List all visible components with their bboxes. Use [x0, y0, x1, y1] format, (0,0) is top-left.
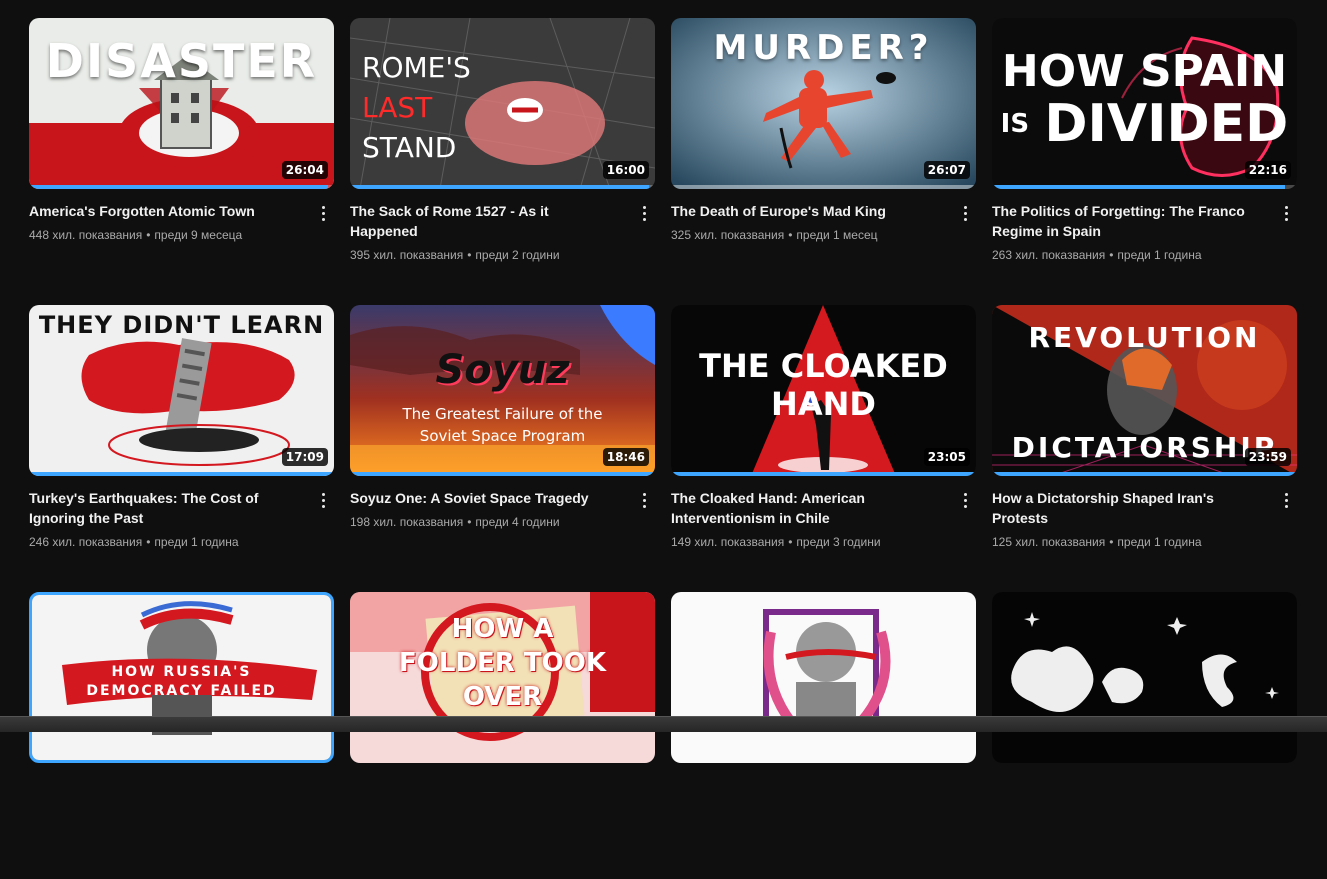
thumbnail-text-line: ROME'S	[362, 51, 471, 84]
upload-age: преди 1 година	[1117, 248, 1202, 262]
thumbnail-text-line: HOW SPAIN	[1001, 46, 1288, 97]
video-title[interactable]: The Death of Europe's Mad King	[671, 201, 940, 221]
video-card[interactable]: THEY DIDN'T LEARN 17:09 Turkey's Earthqu…	[29, 305, 334, 592]
video-thumbnail[interactable]: DISASTER 26:04	[29, 18, 334, 189]
more-vert-icon[interactable]	[956, 490, 974, 510]
view-count: 325 хил. показвания	[671, 228, 785, 242]
thumbnail-text-line: The Greatest Failure of the	[402, 405, 603, 423]
video-stats: 263 хил. показвания • преди 1 година	[992, 248, 1202, 262]
thumbnail-text: Soyuz	[435, 347, 570, 393]
video-card[interactable]: MURDER? 26:07 The Death of Europe's Mad …	[671, 18, 976, 305]
duration-badge: 23:59	[1244, 448, 1291, 466]
thumbnail-text-line: DEMOCRACY FAILED	[86, 683, 277, 699]
view-count: 395 хил. показвания	[350, 248, 464, 262]
video-card[interactable]: THE CLOAKED HAND 23:05 The Cloaked Hand:…	[671, 305, 976, 592]
video-stats: 198 хил. показвания • преди 4 години	[350, 515, 560, 529]
thumbnail-text: DISASTER	[45, 34, 318, 88]
thumbnail-text: THEY DIDN'T LEARN	[38, 311, 325, 339]
video-stats: 246 хил. показвания • преди 1 година	[29, 535, 239, 549]
view-count: 246 хил. показвания	[29, 535, 143, 549]
more-vert-icon[interactable]	[1277, 490, 1295, 510]
video-grid: DISASTER 26:04 America's Forgotten Atomi…	[29, 18, 1297, 879]
more-vert-icon[interactable]	[314, 490, 332, 510]
more-vert-icon[interactable]	[635, 490, 653, 510]
more-vert-icon[interactable]	[956, 203, 974, 223]
duration-badge: 17:09	[281, 448, 328, 466]
duration-badge: 26:04	[281, 161, 328, 179]
upload-age: преди 1 година	[1117, 535, 1202, 549]
upload-age: преди 9 месеца	[154, 228, 243, 242]
more-vert-icon[interactable]	[314, 203, 332, 223]
video-title[interactable]: The Sack of Rome 1527 - As it Happened	[350, 201, 619, 241]
upload-age: преди 3 години	[796, 535, 881, 549]
video-thumbnail[interactable]	[671, 592, 976, 763]
view-count: 198 хил. показвания	[350, 515, 464, 529]
video-card[interactable]	[671, 592, 976, 879]
thumbnail-text: THE CLOAKED HAND	[699, 347, 948, 423]
video-thumbnail[interactable]: MURDER? 26:07	[671, 18, 976, 189]
view-count: 448 хил. показвания	[29, 228, 143, 242]
video-stats: 325 хил. показвания • преди 1 месец	[671, 228, 878, 242]
video-title[interactable]: America's Forgotten Atomic Town	[29, 201, 298, 221]
video-card[interactable]: HOW SPAIN IS DIVIDED 22:16 The Politics …	[992, 18, 1297, 305]
upload-age: преди 1 година	[154, 535, 239, 549]
video-stats: 125 хил. показвания • преди 1 година	[992, 535, 1202, 549]
thumbnail-text-line: HOW RUSSIA'S	[111, 664, 252, 680]
thumbnail-text-line: Soviet Space Program	[419, 427, 586, 445]
video-card[interactable]: DISASTER 26:04 America's Forgotten Atomi…	[29, 18, 334, 305]
thumbnail-text-line: LAST	[362, 91, 433, 124]
view-count: 263 хил. показвания	[992, 248, 1106, 262]
video-title[interactable]: Turkey's Earthquakes: The Cost of Ignori…	[29, 488, 298, 528]
thumbnail-text-line: REVOLUTION	[1028, 321, 1261, 354]
video-thumbnail[interactable]: Soyuz The Greatest Failure of the Soviet…	[350, 305, 655, 476]
thumbnail-text-line: DIVIDED	[1044, 94, 1289, 154]
taskbar	[0, 716, 1327, 732]
duration-badge: 18:46	[602, 448, 649, 466]
thumbnail-text-line: HOW A	[451, 614, 554, 644]
duration-badge: 26:07	[923, 161, 970, 179]
video-card[interactable]: HOW RUSSIA'S DEMOCRACY FAILED	[29, 592, 334, 879]
view-count: 149 хил. показвания	[671, 535, 785, 549]
duration-badge: 22:16	[1244, 161, 1291, 179]
video-title[interactable]: Soyuz One: A Soviet Space Tragedy	[350, 488, 619, 508]
upload-age: преди 1 месец	[796, 228, 878, 242]
view-count: 125 хил. показвания	[992, 535, 1106, 549]
thumbnail-text: MURDER?	[713, 28, 934, 68]
video-thumbnail[interactable]: THEY DIDN'T LEARN 17:09	[29, 305, 334, 476]
upload-age: преди 4 години	[475, 515, 560, 529]
more-vert-icon[interactable]	[1277, 203, 1295, 223]
video-card[interactable]: Soyuz The Greatest Failure of the Soviet…	[350, 305, 655, 592]
video-title[interactable]: How a Dictatorship Shaped Iran's Protest…	[992, 488, 1261, 528]
video-card[interactable]	[992, 592, 1297, 879]
thumbnail-text-line: IS	[1000, 109, 1030, 139]
more-vert-icon[interactable]	[635, 203, 653, 223]
thumbnail-text-line: OVER	[462, 682, 543, 712]
video-thumbnail[interactable]: THE CLOAKED HAND 23:05	[671, 305, 976, 476]
video-thumbnail[interactable]: REVOLUTION DICTATORSHIP 23:59	[992, 305, 1297, 476]
video-stats: 149 хил. показвания • преди 3 години	[671, 535, 881, 549]
duration-badge: 23:05	[923, 448, 970, 466]
video-card[interactable]: ROME'S LAST STAND 16:00 The Sack of Rome…	[350, 18, 655, 305]
video-title[interactable]: The Cloaked Hand: American Interventioni…	[671, 488, 940, 528]
video-thumbnail[interactable]: HOW A FOLDER TOOK OVER	[350, 592, 655, 763]
video-thumbnail[interactable]: HOW SPAIN IS DIVIDED 22:16	[992, 18, 1297, 189]
upload-age: преди 2 години	[475, 248, 560, 262]
thumbnail-text-line: FOLDER TOOK	[399, 648, 606, 678]
duration-badge: 16:00	[602, 161, 649, 179]
video-stats: 395 хил. показвания • преди 2 години	[350, 248, 560, 262]
video-thumbnail[interactable]: ROME'S LAST STAND 16:00	[350, 18, 655, 189]
video-card[interactable]: REVOLUTION DICTATORSHIP 23:59 How a Dict…	[992, 305, 1297, 592]
video-thumbnail[interactable]: HOW RUSSIA'S DEMOCRACY FAILED	[29, 592, 334, 763]
video-title[interactable]: The Politics of Forgetting: The Franco R…	[992, 201, 1261, 241]
video-stats: 448 хил. показвания • преди 9 месеца	[29, 228, 243, 242]
video-thumbnail[interactable]	[992, 592, 1297, 763]
video-card[interactable]: HOW A FOLDER TOOK OVER	[350, 592, 655, 879]
